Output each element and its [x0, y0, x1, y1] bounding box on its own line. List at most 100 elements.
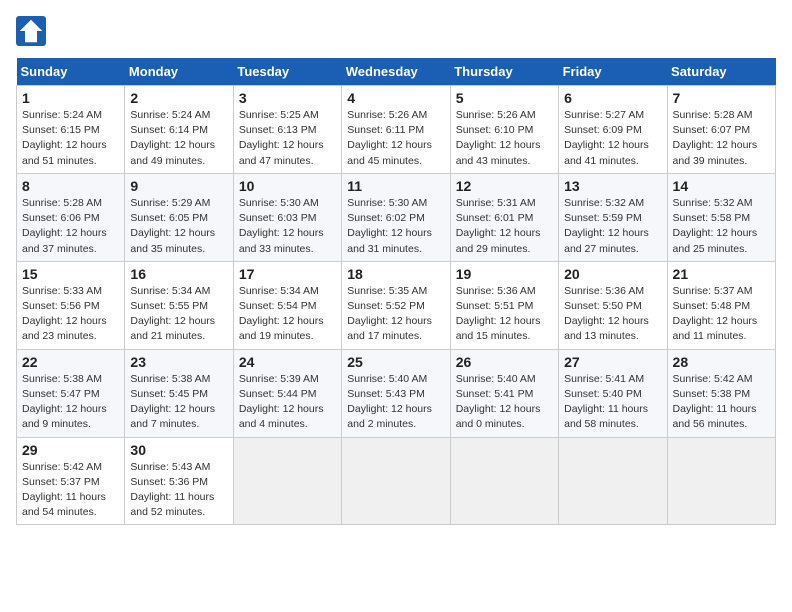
calendar-week-2: 8 Sunrise: 5:28 AM Sunset: 6:06 PM Daylig… [17, 173, 776, 261]
calendar-cell: 25Sunrise: 5:40 AM Sunset: 5:43 PM Dayli… [342, 349, 450, 437]
day-info: Sunrise: 5:31 AM Sunset: 6:01 PM Dayligh… [456, 196, 553, 257]
day-number: 1 [22, 90, 119, 106]
day-info: Sunrise: 5:25 AM Sunset: 6:13 PM Dayligh… [239, 108, 336, 169]
calendar-cell: 11 Sunrise: 5:30 AM Sunset: 6:02 PM Dayli… [342, 173, 450, 261]
day-number: 13 [564, 178, 661, 194]
day-info: Sunrise: 5:43 AM Sunset: 5:36 PM Dayligh… [130, 460, 227, 521]
day-number: 14 [673, 178, 770, 194]
day-info: Sunrise: 5:24 AM Sunset: 6:14 PM Dayligh… [130, 108, 227, 169]
day-number: 11 [347, 178, 444, 194]
calendar-cell [450, 437, 558, 525]
day-info: Sunrise: 5:28 AM Sunset: 6:06 PM Dayligh… [22, 196, 119, 257]
day-number: 8 [22, 178, 119, 194]
calendar-cell: 14 Sunrise: 5:32 AM Sunset: 5:58 PM Dayli… [667, 173, 775, 261]
calendar-cell: 24 Sunrise: 5:39 AM Sunset: 5:44 PM Dayli… [233, 349, 341, 437]
day-info: Sunrise: 5:32 AM Sunset: 5:58 PM Dayligh… [673, 196, 770, 257]
logo [16, 16, 50, 46]
calendar-cell: 12Sunrise: 5:31 AM Sunset: 6:01 PM Dayli… [450, 173, 558, 261]
day-info: Sunrise: 5:40 AM Sunset: 5:41 PM Dayligh… [456, 372, 553, 433]
calendar-cell: 15 Sunrise: 5:33 AM Sunset: 5:56 PM Dayli… [17, 261, 125, 349]
calendar-cell: 9 Sunrise: 5:29 AM Sunset: 6:05 PM Daylig… [125, 173, 233, 261]
day-number: 3 [239, 90, 336, 106]
calendar-cell: 29 Sunrise: 5:42 AM Sunset: 5:37 PM Dayli… [17, 437, 125, 525]
header-wednesday: Wednesday [342, 58, 450, 86]
day-info: Sunrise: 5:30 AM Sunset: 6:03 PM Dayligh… [239, 196, 336, 257]
day-number: 6 [564, 90, 661, 106]
header-tuesday: Tuesday [233, 58, 341, 86]
day-number: 9 [130, 178, 227, 194]
day-number: 15 [22, 266, 119, 282]
day-info: Sunrise: 5:29 AM Sunset: 6:05 PM Dayligh… [130, 196, 227, 257]
day-info: Sunrise: 5:26 AM Sunset: 6:10 PM Dayligh… [456, 108, 553, 169]
calendar-cell: 6 Sunrise: 5:27 AM Sunset: 6:09 PM Daylig… [559, 86, 667, 174]
header-friday: Friday [559, 58, 667, 86]
day-info: Sunrise: 5:34 AM Sunset: 5:54 PM Dayligh… [239, 284, 336, 345]
calendar-cell: 16 Sunrise: 5:34 AM Sunset: 5:55 PM Dayli… [125, 261, 233, 349]
calendar-cell: 30 Sunrise: 5:43 AM Sunset: 5:36 PM Dayli… [125, 437, 233, 525]
day-number: 17 [239, 266, 336, 282]
day-info: Sunrise: 5:38 AM Sunset: 5:45 PM Dayligh… [130, 372, 227, 433]
day-info: Sunrise: 5:34 AM Sunset: 5:55 PM Dayligh… [130, 284, 227, 345]
calendar-cell: 23 Sunrise: 5:38 AM Sunset: 5:45 PM Dayli… [125, 349, 233, 437]
calendar-cell: 22 Sunrise: 5:38 AM Sunset: 5:47 PM Dayli… [17, 349, 125, 437]
calendar-week-1: 1 Sunrise: 5:24 AM Sunset: 6:15 PM Daylig… [17, 86, 776, 174]
header-monday: Monday [125, 58, 233, 86]
day-number: 19 [456, 266, 553, 282]
page-header [16, 16, 776, 46]
calendar-cell: 10 Sunrise: 5:30 AM Sunset: 6:03 PM Dayli… [233, 173, 341, 261]
day-number: 7 [673, 90, 770, 106]
day-info: Sunrise: 5:42 AM Sunset: 5:37 PM Dayligh… [22, 460, 119, 521]
calendar-table: SundayMondayTuesdayWednesdayThursdayFrid… [16, 58, 776, 525]
day-info: Sunrise: 5:35 AM Sunset: 5:52 PM Dayligh… [347, 284, 444, 345]
calendar-cell: 19 Sunrise: 5:36 AM Sunset: 5:51 PM Dayli… [450, 261, 558, 349]
calendar-cell: 17 Sunrise: 5:34 AM Sunset: 5:54 PM Dayli… [233, 261, 341, 349]
calendar-cell: 18 Sunrise: 5:35 AM Sunset: 5:52 PM Dayli… [342, 261, 450, 349]
day-info: Sunrise: 5:33 AM Sunset: 5:56 PM Dayligh… [22, 284, 119, 345]
calendar-cell: 26 Sunrise: 5:40 AM Sunset: 5:41 PM Dayli… [450, 349, 558, 437]
calendar-week-5: 29 Sunrise: 5:42 AM Sunset: 5:37 PM Dayli… [17, 437, 776, 525]
calendar-cell: 8 Sunrise: 5:28 AM Sunset: 6:06 PM Daylig… [17, 173, 125, 261]
day-info: Sunrise: 5:37 AM Sunset: 5:48 PM Dayligh… [673, 284, 770, 345]
day-number: 29 [22, 442, 119, 458]
day-number: 30 [130, 442, 227, 458]
calendar-cell [342, 437, 450, 525]
day-number: 16 [130, 266, 227, 282]
calendar-cell [233, 437, 341, 525]
header-saturday: Saturday [667, 58, 775, 86]
day-number: 5 [456, 90, 553, 106]
day-number: 21 [673, 266, 770, 282]
calendar-cell [559, 437, 667, 525]
calendar-cell: 1 Sunrise: 5:24 AM Sunset: 6:15 PM Daylig… [17, 86, 125, 174]
calendar-cell: 13 Sunrise: 5:32 AM Sunset: 5:59 PM Dayli… [559, 173, 667, 261]
day-number: 28 [673, 354, 770, 370]
logo-icon [16, 16, 46, 46]
day-number: 22 [22, 354, 119, 370]
day-number: 24 [239, 354, 336, 370]
calendar-cell: 5 Sunrise: 5:26 AM Sunset: 6:10 PM Daylig… [450, 86, 558, 174]
day-info: Sunrise: 5:24 AM Sunset: 6:15 PM Dayligh… [22, 108, 119, 169]
calendar-cell [667, 437, 775, 525]
day-info: Sunrise: 5:30 AM Sunset: 6:02 PM Dayligh… [347, 196, 444, 257]
calendar-cell: 28 Sunrise: 5:42 AM Sunset: 5:38 PM Dayli… [667, 349, 775, 437]
day-info: Sunrise: 5:28 AM Sunset: 6:07 PM Dayligh… [673, 108, 770, 169]
calendar-cell: 7 Sunrise: 5:28 AM Sunset: 6:07 PM Daylig… [667, 86, 775, 174]
day-info: Sunrise: 5:26 AM Sunset: 6:11 PM Dayligh… [347, 108, 444, 169]
calendar-cell: 20Sunrise: 5:36 AM Sunset: 5:50 PM Dayli… [559, 261, 667, 349]
calendar-cell: 21 Sunrise: 5:37 AM Sunset: 5:48 PM Dayli… [667, 261, 775, 349]
calendar-cell: 2 Sunrise: 5:24 AM Sunset: 6:14 PM Daylig… [125, 86, 233, 174]
day-number: 2 [130, 90, 227, 106]
day-number: 4 [347, 90, 444, 106]
day-info: Sunrise: 5:40 AM Sunset: 5:43 PM Dayligh… [347, 372, 444, 433]
calendar-cell: 4 Sunrise: 5:26 AM Sunset: 6:11 PM Daylig… [342, 86, 450, 174]
day-info: Sunrise: 5:32 AM Sunset: 5:59 PM Dayligh… [564, 196, 661, 257]
day-number: 23 [130, 354, 227, 370]
day-number: 18 [347, 266, 444, 282]
day-info: Sunrise: 5:38 AM Sunset: 5:47 PM Dayligh… [22, 372, 119, 433]
day-number: 10 [239, 178, 336, 194]
day-info: Sunrise: 5:36 AM Sunset: 5:51 PM Dayligh… [456, 284, 553, 345]
calendar-header-row: SundayMondayTuesdayWednesdayThursdayFrid… [17, 58, 776, 86]
day-info: Sunrise: 5:42 AM Sunset: 5:38 PM Dayligh… [673, 372, 770, 433]
day-info: Sunrise: 5:39 AM Sunset: 5:44 PM Dayligh… [239, 372, 336, 433]
day-number: 26 [456, 354, 553, 370]
day-info: Sunrise: 5:27 AM Sunset: 6:09 PM Dayligh… [564, 108, 661, 169]
